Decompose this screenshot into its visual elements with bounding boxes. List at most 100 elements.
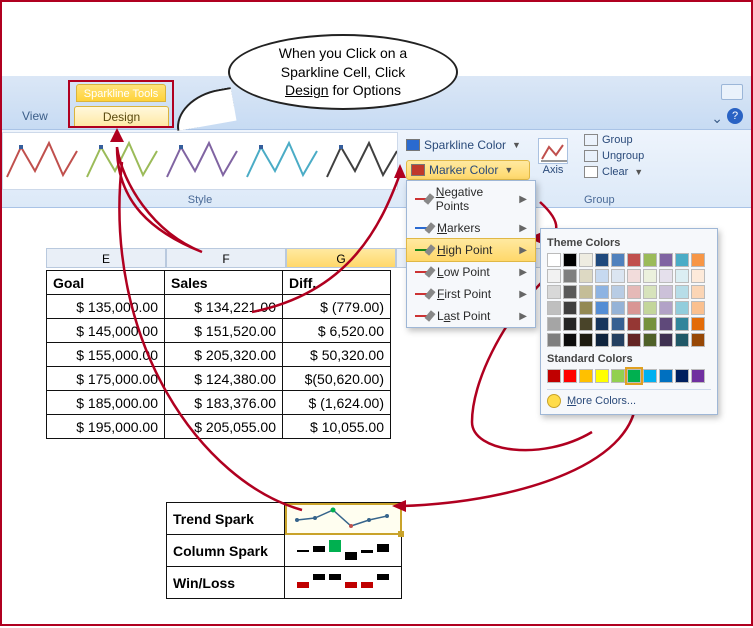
theme-color-swatch[interactable] (563, 253, 577, 267)
cell-goal[interactable]: $ 145,000.00 (47, 319, 165, 343)
header-sales[interactable]: Sales (165, 271, 283, 295)
sparkline-color-dropdown[interactable]: Sparkline Color ▼ (406, 138, 521, 152)
standard-color-swatch[interactable] (547, 369, 561, 383)
cell-diff[interactable]: $(50,620.00) (283, 367, 391, 391)
standard-color-swatch[interactable] (659, 369, 673, 383)
theme-color-swatch[interactable] (659, 333, 673, 347)
column-header-E[interactable]: E (46, 248, 166, 268)
column-spark-label[interactable]: Column Spark (167, 535, 285, 567)
standard-color-swatch[interactable] (643, 369, 657, 383)
theme-color-swatch[interactable] (691, 301, 705, 315)
cell-diff[interactable]: $ 10,055.00 (283, 415, 391, 439)
theme-color-swatch[interactable] (579, 317, 593, 331)
theme-color-swatch[interactable] (691, 317, 705, 331)
theme-color-swatch[interactable] (595, 269, 609, 283)
cell-sales[interactable]: $ 205,055.00 (165, 415, 283, 439)
theme-color-swatch[interactable] (579, 269, 593, 283)
cell-goal[interactable]: $ 185,000.00 (47, 391, 165, 415)
standard-color-swatch[interactable] (611, 369, 625, 383)
cell-goal[interactable]: $ 195,000.00 (47, 415, 165, 439)
theme-color-swatch[interactable] (547, 253, 561, 267)
theme-color-swatch[interactable] (547, 269, 561, 283)
theme-color-swatch[interactable] (691, 253, 705, 267)
theme-color-swatch[interactable] (643, 317, 657, 331)
theme-color-swatch[interactable] (691, 269, 705, 283)
theme-color-swatch[interactable] (579, 253, 593, 267)
theme-color-swatch[interactable] (547, 285, 561, 299)
theme-color-swatch[interactable] (643, 285, 657, 299)
theme-color-swatch[interactable] (595, 253, 609, 267)
theme-color-swatch[interactable] (675, 269, 689, 283)
theme-color-swatch[interactable] (627, 301, 641, 315)
theme-color-swatch[interactable] (547, 333, 561, 347)
cell-diff[interactable]: $ 6,520.00 (283, 319, 391, 343)
column-header-G[interactable]: G (286, 248, 396, 268)
theme-color-swatch[interactable] (659, 301, 673, 315)
theme-color-swatch[interactable] (611, 285, 625, 299)
theme-color-swatch[interactable] (643, 269, 657, 283)
tab-view[interactable]: View (12, 106, 58, 128)
theme-color-swatch[interactable] (643, 301, 657, 315)
theme-color-swatch[interactable] (643, 333, 657, 347)
theme-color-swatch[interactable] (659, 317, 673, 331)
theme-color-swatch[interactable] (627, 269, 641, 283)
cell-sales[interactable]: $ 134,221.00 (165, 295, 283, 319)
ribbon-minimize-chevron[interactable]: ⌄ (711, 110, 723, 127)
trend-spark-cell[interactable] (285, 503, 402, 535)
cell-goal[interactable]: $ 135,000.00 (47, 295, 165, 319)
menu-last-point[interactable]: Last Point▶ (407, 305, 535, 327)
theme-color-swatch[interactable] (563, 285, 577, 299)
theme-color-swatch[interactable] (691, 285, 705, 299)
theme-color-swatch[interactable] (547, 317, 561, 331)
theme-color-swatch[interactable] (627, 333, 641, 347)
menu-high-point[interactable]: High Point▶ (406, 238, 536, 262)
cell-goal[interactable]: $ 155,000.00 (47, 343, 165, 367)
theme-color-swatch[interactable] (627, 285, 641, 299)
ungroup-button[interactable]: Ungroup (584, 150, 644, 162)
theme-color-swatch[interactable] (563, 333, 577, 347)
theme-color-swatch[interactable] (611, 301, 625, 315)
cell-sales[interactable]: $ 183,376.00 (165, 391, 283, 415)
theme-color-swatch[interactable] (675, 317, 689, 331)
cell-diff[interactable]: $ (779.00) (283, 295, 391, 319)
theme-color-swatch[interactable] (611, 269, 625, 283)
header-diff[interactable]: Diff. (283, 271, 391, 295)
cell-diff[interactable]: $ (1,624.00) (283, 391, 391, 415)
standard-color-swatch[interactable] (595, 369, 609, 383)
theme-color-swatch[interactable] (659, 285, 673, 299)
menu-low-point[interactable]: Low Point▶ (407, 261, 535, 283)
theme-color-swatch[interactable] (659, 269, 673, 283)
theme-color-swatch[interactable] (595, 301, 609, 315)
theme-color-swatch[interactable] (611, 253, 625, 267)
theme-color-swatch[interactable] (563, 317, 577, 331)
trend-spark-label[interactable]: Trend Spark (167, 503, 285, 535)
theme-color-swatch[interactable] (675, 301, 689, 315)
cell-sales[interactable]: $ 205,320.00 (165, 343, 283, 367)
theme-color-swatch[interactable] (595, 285, 609, 299)
theme-color-swatch[interactable] (611, 317, 625, 331)
cell-sales[interactable]: $ 124,380.00 (165, 367, 283, 391)
clear-button[interactable]: Clear▼ (584, 166, 644, 178)
theme-color-swatch[interactable] (579, 285, 593, 299)
theme-color-swatch[interactable] (579, 301, 593, 315)
axis-button[interactable]: Axis (538, 138, 568, 176)
marker-color-dropdown[interactable]: Marker Color ▼ (406, 160, 530, 180)
cell-diff[interactable]: $ 50,320.00 (283, 343, 391, 367)
theme-color-swatch[interactable] (675, 285, 689, 299)
standard-color-swatch[interactable] (675, 369, 689, 383)
theme-color-swatch[interactable] (627, 253, 641, 267)
menu-negative-points[interactable]: Negative Points▶ (407, 181, 535, 217)
menu-first-point[interactable]: First Point▶ (407, 283, 535, 305)
theme-color-swatch[interactable] (659, 253, 673, 267)
theme-color-swatch[interactable] (675, 253, 689, 267)
standard-color-swatch[interactable] (579, 369, 593, 383)
help-icon[interactable]: ? (727, 108, 743, 124)
theme-color-swatch[interactable] (611, 333, 625, 347)
window-restore-button[interactable] (721, 84, 743, 100)
winloss-label[interactable]: Win/Loss (167, 567, 285, 599)
column-header-F[interactable]: F (166, 248, 286, 268)
theme-color-swatch[interactable] (595, 333, 609, 347)
theme-color-swatch[interactable] (643, 253, 657, 267)
theme-color-swatch[interactable] (627, 317, 641, 331)
standard-color-swatch[interactable] (627, 369, 641, 383)
